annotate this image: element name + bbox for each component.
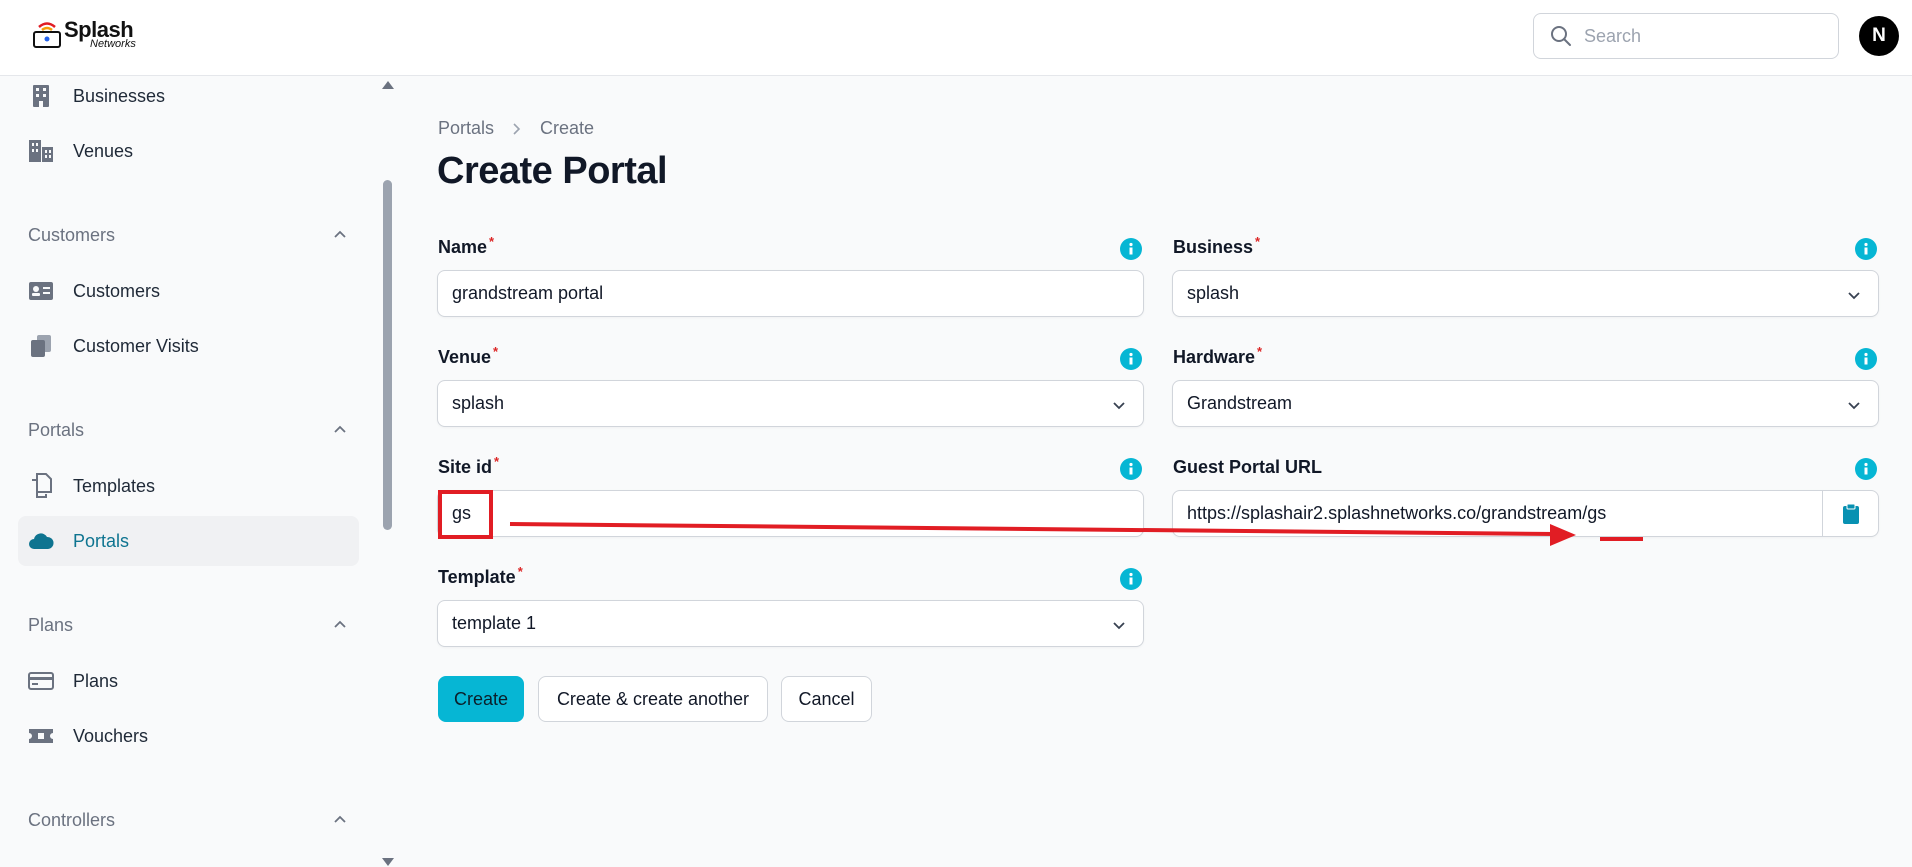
credit-card-icon <box>28 668 54 694</box>
hardware-label: Hardware * <box>1173 344 1263 367</box>
site-id-field[interactable] <box>437 490 1144 537</box>
template-select[interactable]: template 1 <box>437 600 1144 647</box>
create-button[interactable]: Create <box>438 676 524 722</box>
group-header-customers[interactable]: Customers <box>28 221 348 249</box>
info-icon[interactable] <box>1120 568 1142 590</box>
guest-portal-url-field[interactable]: https://splashair2.splashnetworks.co/gra… <box>1172 490 1879 537</box>
copy-url-button[interactable] <box>1822 491 1878 536</box>
sidebar-item-businesses[interactable]: Businesses <box>18 77 359 121</box>
guest-portal-url-label: Guest Portal URL <box>1173 457 1323 477</box>
sidebar: Businesses Venues Customers Customers Cu… <box>0 77 373 867</box>
sidebar-item-customers[interactable]: Customers <box>18 266 359 316</box>
sidebar-item-label: Templates <box>73 475 156 496</box>
gear-icon <box>32 859 52 867</box>
chevron-up-icon <box>334 230 346 238</box>
top-bar: Splash Networks N <box>0 0 1912 76</box>
annotation-highlight-box <box>438 490 493 539</box>
site-id-label: Site id * <box>438 454 500 477</box>
group-title: Plans <box>28 614 74 635</box>
breadcrumb-portals-link[interactable]: Portals <box>438 118 494 139</box>
breadcrumb: Portals Create <box>438 118 594 139</box>
chevron-down-icon <box>1848 402 1860 410</box>
id-card-icon <box>28 278 54 304</box>
ticket-icon <box>28 723 54 749</box>
business-selected-value: splash <box>1187 283 1240 303</box>
chevron-down-icon <box>1113 402 1125 410</box>
building-icon <box>28 83 54 109</box>
sidebar-item-customer-visits[interactable]: Customer Visits <box>18 321 359 371</box>
sidebar-item-templates[interactable]: Templates <box>18 461 359 511</box>
scroll-up-arrow-icon[interactable] <box>382 81 394 89</box>
venue-select[interactable]: splash <box>437 380 1144 427</box>
template-selected-value: template 1 <box>452 613 537 633</box>
chevron-down-icon <box>1848 292 1860 300</box>
name-field[interactable] <box>437 270 1144 317</box>
info-icon[interactable] <box>1120 238 1142 260</box>
sidebar-item-label: Businesses <box>73 85 166 106</box>
buildings-icon <box>28 138 54 164</box>
user-avatar[interactable]: N <box>1859 16 1899 56</box>
chevron-down-icon <box>1113 622 1125 630</box>
info-icon[interactable] <box>1855 238 1877 260</box>
business-label: Business * <box>1173 234 1261 257</box>
sidebar-item-plans[interactable]: Plans <box>18 656 359 706</box>
sidebar-item-label: Venues <box>73 140 134 161</box>
info-icon[interactable] <box>1120 348 1142 370</box>
group-header-portals[interactable]: Portals <box>28 416 348 444</box>
venue-selected-value: splash <box>452 393 505 413</box>
cancel-button[interactable]: Cancel <box>781 676 872 722</box>
guest-portal-url-value: https://splashair2.splashnetworks.co/gra… <box>1187 503 1607 523</box>
group-title: Portals <box>28 419 85 440</box>
search-icon <box>1551 26 1571 46</box>
group-title: Customers <box>28 224 116 245</box>
search-input[interactable] <box>1584 25 1824 47</box>
info-icon[interactable] <box>1855 458 1877 480</box>
splash-networks-logo[interactable]: Splash Networks <box>32 18 136 50</box>
clipboard-icon <box>1842 503 1859 524</box>
info-icon[interactable] <box>1855 348 1877 370</box>
document-duplicate-icon <box>28 473 54 499</box>
venue-label: Venue * <box>438 344 499 367</box>
business-select[interactable]: splash <box>1172 270 1879 317</box>
group-title: Controllers <box>28 809 116 830</box>
wifi-tv-icon <box>33 22 61 48</box>
logo-sub-text: Networks <box>90 37 136 50</box>
sidebar-item-label: Customers <box>73 280 161 301</box>
create-and-create-another-button[interactable]: Create & create another <box>538 676 768 722</box>
sidebar-item-label: Customer Visits <box>73 335 199 356</box>
sidebar-item-label: Plans <box>73 670 119 691</box>
site-id-input[interactable] <box>452 503 1143 524</box>
name-label: Name * <box>438 234 495 257</box>
chevron-up-icon <box>334 620 346 628</box>
name-input[interactable] <box>452 283 1143 304</box>
sidebar-item-label: Vouchers <box>73 725 149 746</box>
hardware-select[interactable]: Grandstream <box>1172 380 1879 427</box>
global-search[interactable] <box>1533 13 1839 59</box>
chevron-up-icon <box>334 815 346 823</box>
sidebar-item-venues[interactable]: Venues <box>18 126 359 176</box>
page-title: Create Portal <box>437 150 668 192</box>
documents-icon <box>28 333 54 359</box>
template-label: Template * <box>438 564 523 587</box>
info-icon[interactable] <box>1120 458 1142 480</box>
scrollbar-thumb[interactable] <box>383 180 392 530</box>
sidebar-item-vouchers[interactable]: Vouchers <box>18 711 359 761</box>
sidebar-item-portals[interactable]: Portals <box>18 516 359 566</box>
cloud-icon <box>28 528 54 554</box>
group-header-controllers[interactable]: Controllers <box>28 806 348 834</box>
chevron-right-icon <box>513 122 521 135</box>
hardware-selected-value: Grandstream <box>1187 393 1293 413</box>
scroll-down-arrow-icon[interactable] <box>382 858 394 866</box>
sidebar-item-label: Portals <box>73 530 130 551</box>
group-header-plans[interactable]: Plans <box>28 611 348 639</box>
breadcrumb-current: Create <box>540 118 595 138</box>
chevron-up-icon <box>334 425 346 433</box>
